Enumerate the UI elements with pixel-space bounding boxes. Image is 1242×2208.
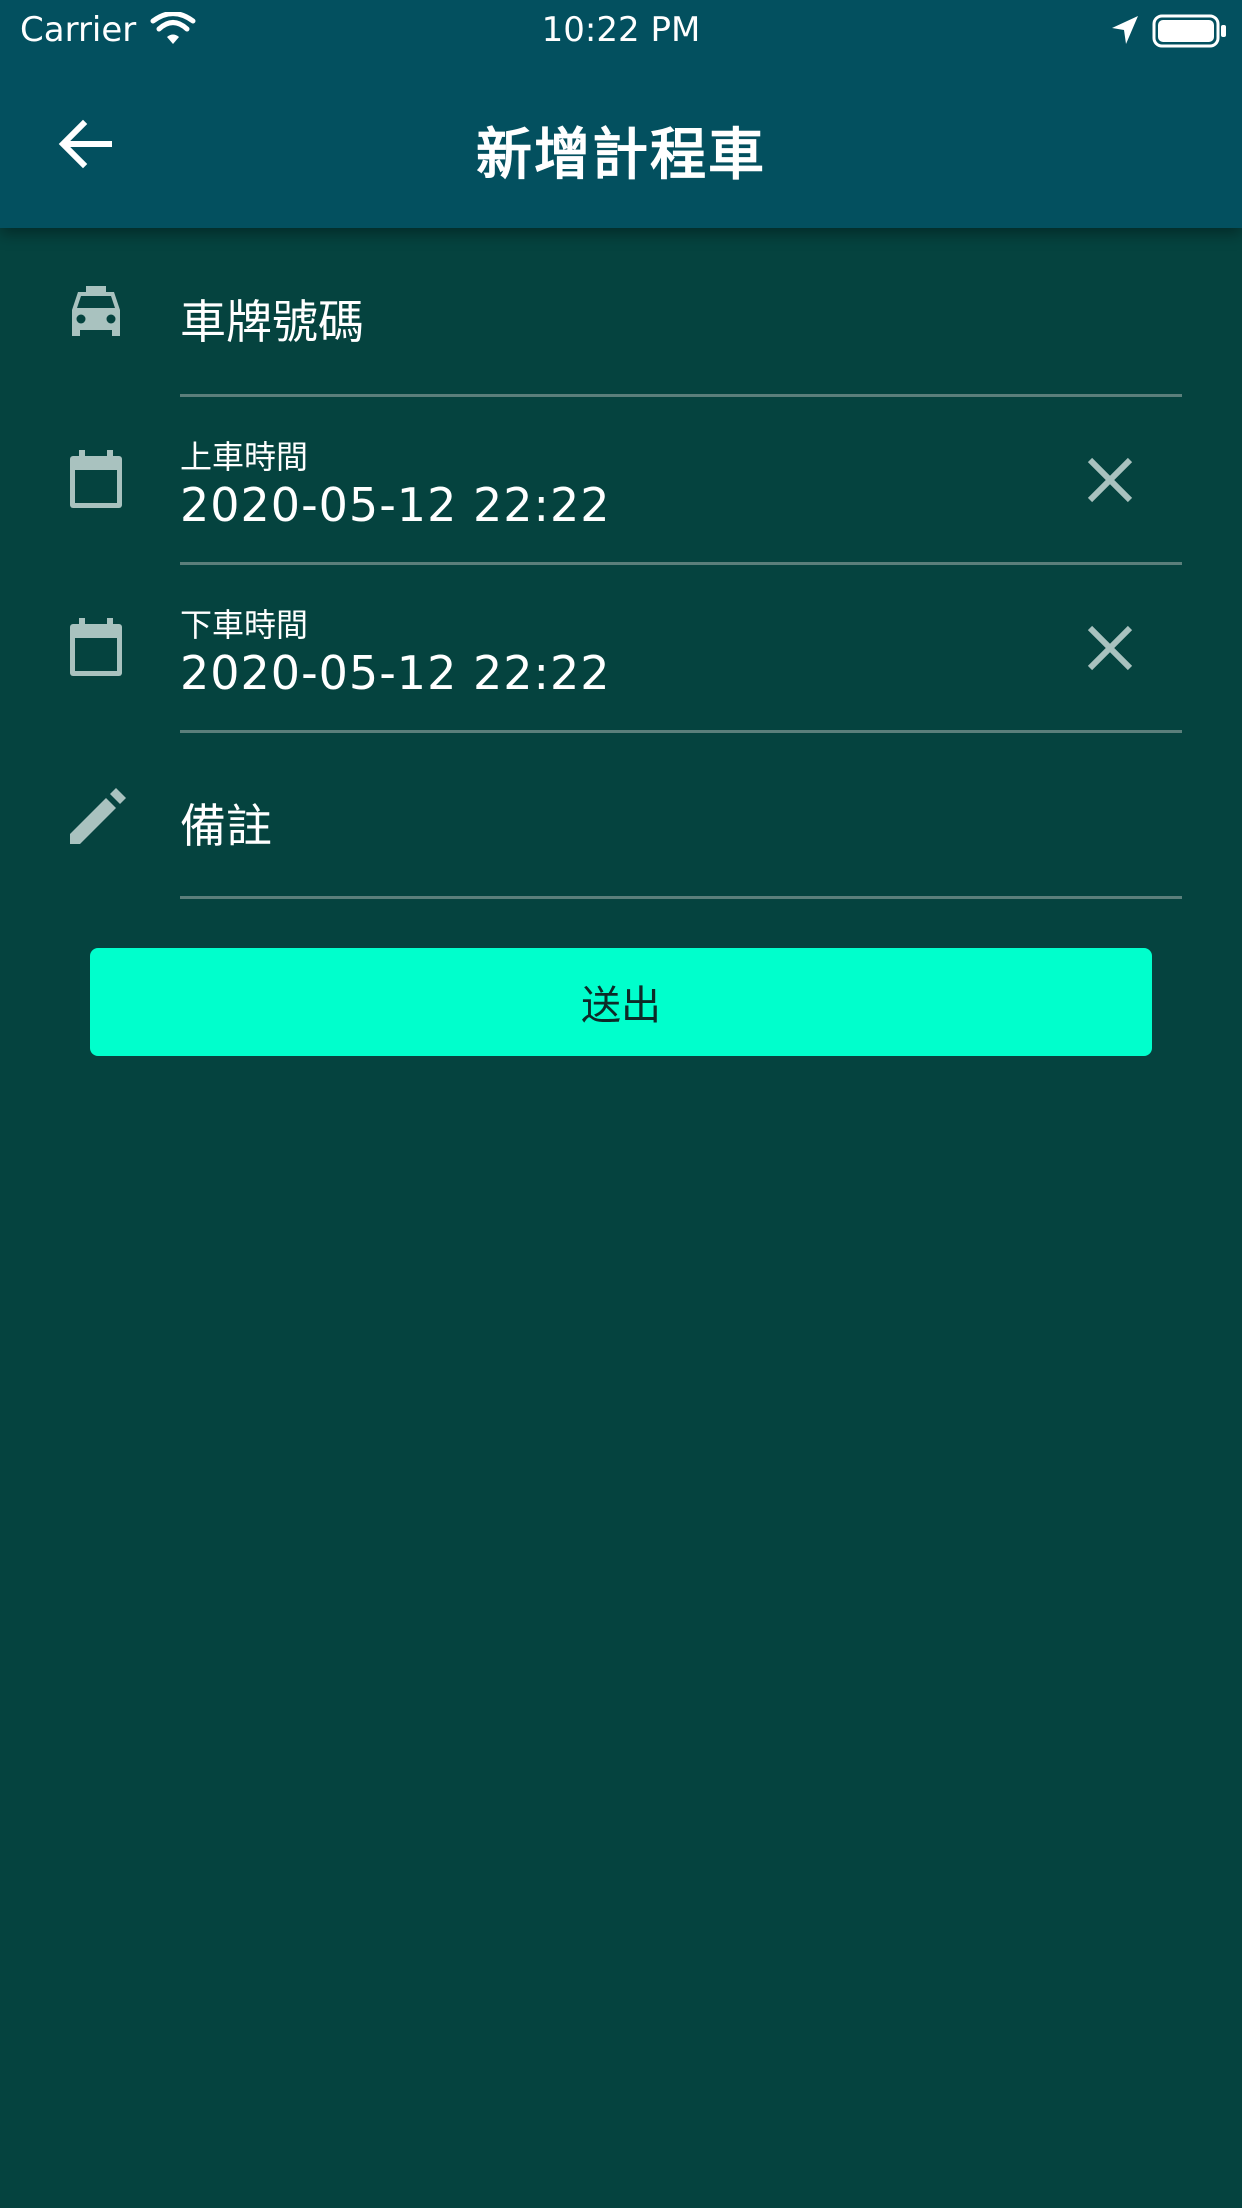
calendar-icon [70,618,122,676]
dropoff-time-value: 2020-05-12 22:22 [180,646,611,700]
pencil-icon [70,788,126,844]
dropoff-time-field[interactable]: 下車時間 2020-05-12 22:22 [0,566,1242,734]
add-taxi-screen: Carrier 10:22 PM 新增計程車 車牌號碼 上車時間 2020-05… [0,0,1242,2208]
clear-dropoff-time-button[interactable] [1080,618,1140,678]
plate-number-placeholder: 車牌號碼 [180,295,364,349]
note-underline [180,896,1182,899]
note-placeholder: 備註 [180,799,272,853]
pickup-time-underline [180,562,1182,565]
clear-pickup-time-button[interactable] [1080,450,1140,510]
pickup-time-value: 2020-05-12 22:22 [180,478,611,532]
page-title: 新增計程車 [476,123,766,188]
status-bar: Carrier 10:22 PM [0,0,1242,62]
submit-button[interactable]: 送出 [90,948,1152,1056]
pickup-time-label: 上車時間 [180,438,309,476]
app-bar: 新增計程車 [0,62,1242,228]
calendar-icon [70,450,122,508]
status-time: 10:22 PM [541,10,701,50]
battery-icon [1152,14,1226,48]
plate-number-underline [180,394,1182,397]
taxi-icon [72,286,120,336]
header: Carrier 10:22 PM 新增計程車 [0,0,1242,228]
dropoff-time-underline [180,730,1182,733]
note-field[interactable]: 備註 [0,734,1242,904]
plate-number-field[interactable]: 車牌號碼 [0,228,1242,398]
dropoff-time-label: 下車時間 [180,606,309,644]
location-arrow-icon [1112,16,1138,44]
pickup-time-field[interactable]: 上車時間 2020-05-12 22:22 [0,398,1242,566]
